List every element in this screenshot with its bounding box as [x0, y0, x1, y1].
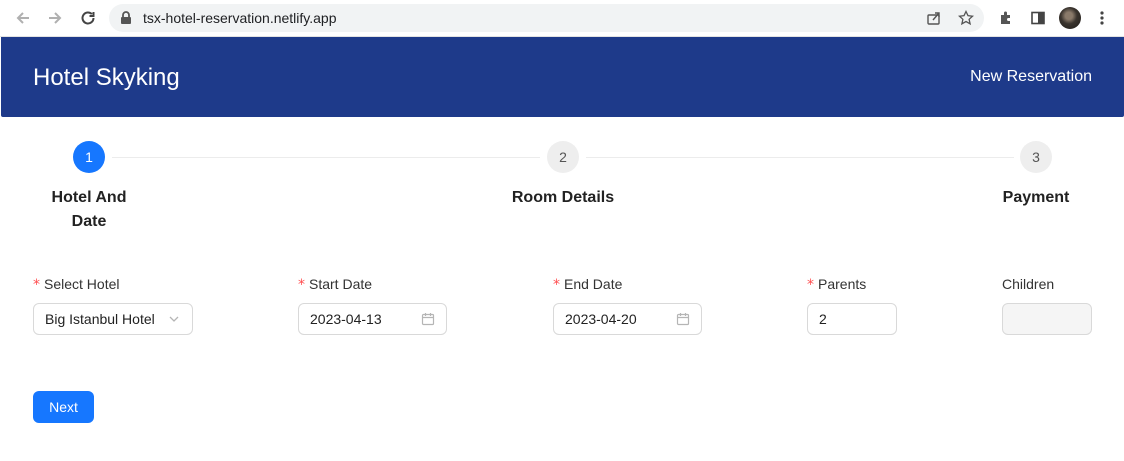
step-1-title: Hotel And Date: [51, 189, 127, 230]
parents-value: 2: [819, 311, 827, 327]
end-date-picker[interactable]: 2023-04-20: [553, 303, 702, 335]
bookmark-star-icon[interactable]: [957, 9, 975, 27]
children-input[interactable]: [1002, 303, 1092, 335]
end-date-value: 2023-04-20: [565, 311, 637, 327]
required-mark: *: [553, 277, 560, 293]
browser-menu-button[interactable]: [1091, 7, 1113, 29]
step-2-title: Room Details: [511, 189, 615, 206]
app-header: Hotel Skyking New Reservation: [1, 37, 1124, 117]
calendar-icon: [675, 311, 691, 327]
required-mark: *: [298, 277, 305, 293]
hotel-label-text: Select Hotel: [44, 276, 120, 292]
parents-label-text: Parents: [818, 276, 867, 292]
brand-title: Hotel Skyking: [33, 64, 180, 91]
new-reservation-link[interactable]: New Reservation: [970, 68, 1092, 86]
step-connector: [586, 157, 1014, 158]
next-button[interactable]: Next: [33, 391, 94, 423]
step-2-indicator[interactable]: 2: [547, 141, 579, 173]
hotel-label: * Select Hotel: [33, 276, 119, 293]
start-date-label: * Start Date: [298, 276, 372, 293]
required-mark: *: [807, 277, 814, 293]
start-date-picker[interactable]: 2023-04-13: [298, 303, 447, 335]
end-date-label-text: End Date: [564, 276, 623, 292]
calendar-icon: [420, 311, 436, 327]
step-1-indicator[interactable]: 1: [73, 141, 105, 173]
start-date-label-text: Start Date: [309, 276, 373, 292]
profile-avatar[interactable]: [1059, 7, 1081, 29]
back-button[interactable]: [11, 6, 35, 30]
end-date-label: * End Date: [553, 276, 622, 293]
side-panel-icon: [1031, 11, 1045, 25]
reload-icon: [81, 11, 95, 25]
url-text[interactable]: tsx-hotel-reservation.netlify.app: [143, 10, 337, 26]
lock-icon[interactable]: [117, 9, 135, 27]
required-mark: *: [33, 277, 40, 293]
step-3-indicator[interactable]: 3: [1020, 141, 1052, 173]
address-bar[interactable]: tsx-hotel-reservation.netlify.app: [109, 4, 984, 32]
start-date-value: 2023-04-13: [310, 311, 382, 327]
parents-label: * Parents: [807, 276, 866, 293]
arrow-left-icon: [16, 12, 29, 24]
arrow-right-icon: [49, 12, 62, 24]
chevron-down-icon: [166, 311, 182, 327]
step-connector: [112, 157, 540, 158]
kebab-menu-icon: [1100, 11, 1104, 25]
side-panel-button[interactable]: [1027, 7, 1049, 29]
share-icon[interactable]: [925, 9, 943, 27]
reload-button[interactable]: [76, 6, 100, 30]
step-3-title: Payment: [1002, 189, 1070, 206]
hotel-select[interactable]: Big Istanbul Hotel: [33, 303, 193, 335]
extensions-button[interactable]: [995, 7, 1017, 29]
children-label: Children: [1002, 276, 1055, 292]
forward-button[interactable]: [43, 6, 67, 30]
browser-toolbar: tsx-hotel-reservation.netlify.app: [0, 0, 1124, 37]
hotel-select-value: Big Istanbul Hotel: [45, 311, 155, 327]
parents-input[interactable]: 2: [807, 303, 897, 335]
puzzle-icon: [1001, 11, 1010, 24]
